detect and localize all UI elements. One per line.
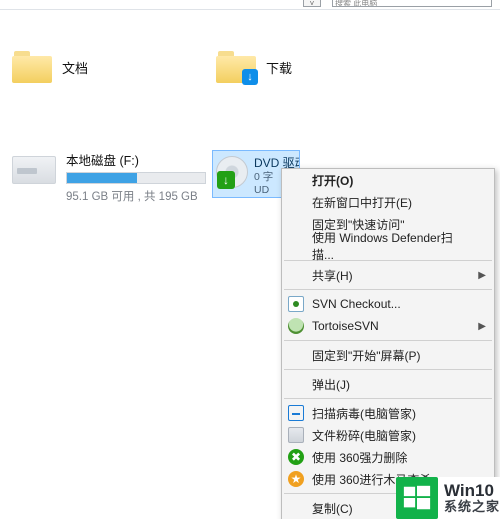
disc-icon: ↓ (216, 156, 248, 188)
submenu-arrow-icon: ▶ (478, 270, 486, 281)
ctx-svn-checkout[interactable]: SVN Checkout... (282, 293, 494, 315)
hdd-icon (12, 156, 56, 184)
360-delete-icon: ✖ (288, 449, 304, 465)
context-menu: 打开(O) 在新窗口中打开(E) 固定到"快速访问" 使用 Windows De… (281, 168, 495, 519)
360-scan-icon: ★ (288, 471, 304, 487)
svn-icon (288, 296, 304, 312)
folder-label: 下载 (266, 58, 292, 77)
drive-local-f[interactable]: 本地磁盘 (F:) 95.1 GB 可用 , 共 195 GB (12, 150, 202, 204)
drive-info: 本地磁盘 (F:) 95.1 GB 可用 , 共 195 GB (66, 150, 202, 204)
folder-documents[interactable]: 文档 (12, 42, 192, 92)
scan-icon (288, 405, 304, 421)
ctx-360-force-delete[interactable]: ✖使用 360强力删除 (282, 446, 494, 468)
windows-logo-icon (396, 477, 438, 519)
search-placeholder: 搜索 此电脑 (335, 0, 377, 7)
ctx-file-shred[interactable]: 文件粉碎(电脑管家) (282, 424, 494, 446)
watermark-text: Win10 系统之家 (444, 481, 500, 515)
ctx-scan-virus[interactable]: 扫描病毒(电脑管家) (282, 402, 494, 424)
watermark-line1: Win10 (444, 481, 500, 501)
ctx-eject[interactable]: 弹出(J) (282, 373, 494, 395)
folder-downloads-icon: ↓ (216, 51, 256, 83)
ctx-open-new-window[interactable]: 在新窗口中打开(E) (282, 191, 494, 213)
ctx-windows-defender-scan[interactable]: 使用 Windows Defender扫描... (282, 235, 494, 257)
search-box[interactable]: 搜索 此电脑 (332, 0, 492, 7)
ctx-tortoisesvn[interactable]: TortoiseSVN▶ (282, 315, 494, 337)
ctx-open[interactable]: 打开(O) (282, 169, 494, 191)
folder-label: 文档 (62, 58, 88, 77)
ctx-share[interactable]: 共享(H)▶ (282, 264, 494, 286)
capacity-bar (66, 172, 206, 184)
drive-title: 本地磁盘 (F:) (66, 150, 202, 169)
watermark: Win10 系统之家 (396, 477, 500, 519)
drive-subtitle: 95.1 GB 可用 , 共 195 GB (66, 188, 202, 204)
address-dropdown[interactable]: ˅ (303, 0, 321, 7)
tortoise-icon (288, 318, 304, 334)
ctx-separator (284, 340, 492, 341)
ctx-separator (284, 289, 492, 290)
folder-downloads[interactable]: ↓ 下载 (216, 42, 396, 92)
shred-icon (288, 427, 304, 443)
ctx-separator (284, 398, 492, 399)
ctx-separator (284, 369, 492, 370)
submenu-arrow-icon: ▶ (478, 321, 486, 332)
watermark-line2: 系统之家 (444, 500, 500, 515)
folder-icon (12, 51, 52, 83)
ctx-pin-to-start[interactable]: 固定到"开始"屏幕(P) (282, 344, 494, 366)
